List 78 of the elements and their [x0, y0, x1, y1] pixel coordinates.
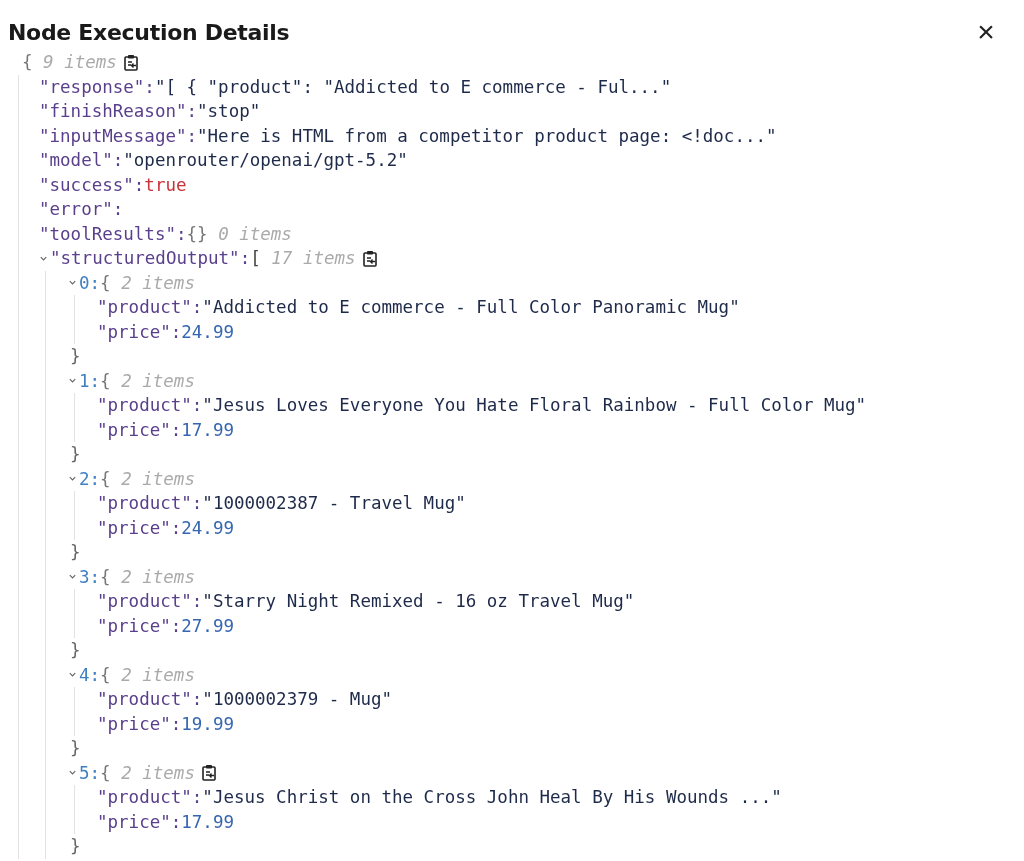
number-value: 17.99 — [181, 418, 234, 442]
item-count: 0 items — [217, 222, 292, 246]
string-value: "stop" — [197, 100, 261, 124]
index-label: 3: — [79, 565, 101, 589]
key-label: "price": — [97, 810, 182, 834]
index-label: 4: — [79, 663, 101, 687]
string-value: "Addicted to E commerce - Full Color Panoramic Mug" — [202, 296, 740, 320]
key-label: "product": — [97, 786, 203, 810]
clipboard-icon[interactable] — [361, 249, 378, 267]
chevron-down-icon[interactable] — [68, 278, 77, 288]
bracket: } — [70, 737, 81, 761]
key-label: "inputMessage": — [39, 124, 198, 148]
string-value: "1000002379 - Mug" — [202, 688, 392, 712]
key-label: "product": — [97, 688, 203, 712]
item-count: 2 items — [120, 467, 195, 491]
item-count: 2 items — [120, 565, 195, 589]
string-value: "Jesus Loves Everyone You Hate Floral Rainbow - Full Color Mug" — [202, 394, 867, 418]
key-label: "product": — [97, 296, 203, 320]
item-count: 2 items — [120, 663, 195, 687]
bracket: } — [70, 541, 81, 565]
bracket: } — [70, 835, 81, 859]
key-label: "product": — [97, 590, 203, 614]
number-value: 17.99 — [181, 810, 234, 834]
number-value: 24.99 — [181, 320, 234, 344]
number-value: 19.99 — [181, 712, 234, 736]
chevron-down-icon[interactable] — [68, 376, 77, 386]
key-label: "price": — [97, 516, 182, 540]
key-label: "price": — [97, 614, 182, 638]
key-label: "model": — [39, 149, 124, 173]
key-label: "price": — [97, 320, 182, 344]
item-count: 2 items — [120, 761, 195, 785]
index-label: 2: — [79, 467, 101, 491]
bracket: } — [70, 639, 81, 663]
chevron-down-icon[interactable] — [68, 768, 77, 778]
index-label: 0: — [79, 271, 101, 295]
bracket: { — [100, 467, 111, 491]
string-value: "[ { "product": "Addicted to E commerce - Ful..." — [154, 75, 672, 99]
clipboard-icon[interactable] — [200, 764, 217, 782]
item-count: 9 items — [42, 51, 117, 75]
bracket: { — [100, 369, 111, 393]
index-label: 5: — [79, 761, 101, 785]
key-label: "response": — [39, 75, 155, 99]
item-count: 2 items — [120, 369, 195, 393]
string-value: "Jesus Christ on the Cross John Heal By His Wounds ..." — [202, 786, 782, 810]
string-value: "Starry Night Remixed - 16 oz Travel Mug" — [202, 590, 635, 614]
bracket: } — [70, 443, 81, 467]
bracket: } — [70, 345, 81, 369]
item-count: 2 items — [120, 271, 195, 295]
key-label: "price": — [97, 418, 182, 442]
boolean-value: true — [144, 173, 187, 197]
string-value: "Here is HTML from a competitor product page: <!doc..." — [197, 124, 777, 148]
key-label: "finishReason": — [39, 100, 198, 124]
key-label: "product": — [97, 492, 203, 516]
index-label: 1: — [79, 369, 101, 393]
number-value: 24.99 — [181, 516, 234, 540]
bracket: [ — [250, 247, 261, 271]
string-value: "1000002387 - Travel Mug" — [202, 492, 466, 516]
dialog-title: Node Execution Details — [8, 18, 290, 47]
number-value: 27.99 — [181, 614, 234, 638]
close-button[interactable]: × — [972, 18, 1000, 46]
chevron-down-icon[interactable] — [68, 572, 77, 582]
item-count: 17 items — [270, 247, 356, 271]
key-label: "structuredOutput": — [50, 247, 251, 271]
key-label: "product": — [97, 394, 203, 418]
clipboard-icon[interactable] — [122, 53, 139, 71]
bracket: { — [100, 565, 111, 589]
chevron-down-icon[interactable] — [68, 670, 77, 680]
key-label: "error": — [39, 198, 124, 222]
bracket: { — [100, 271, 111, 295]
key-label: "toolResults": — [39, 222, 187, 246]
bracket: {} — [186, 222, 208, 246]
chevron-down-icon[interactable] — [68, 474, 77, 484]
string-value: "openrouter/openai/gpt-5.2" — [123, 149, 408, 173]
bracket: { — [22, 51, 33, 75]
bracket: { — [100, 761, 111, 785]
key-label: "price": — [97, 712, 182, 736]
bracket: { — [100, 663, 111, 687]
key-label: "success": — [39, 173, 145, 197]
